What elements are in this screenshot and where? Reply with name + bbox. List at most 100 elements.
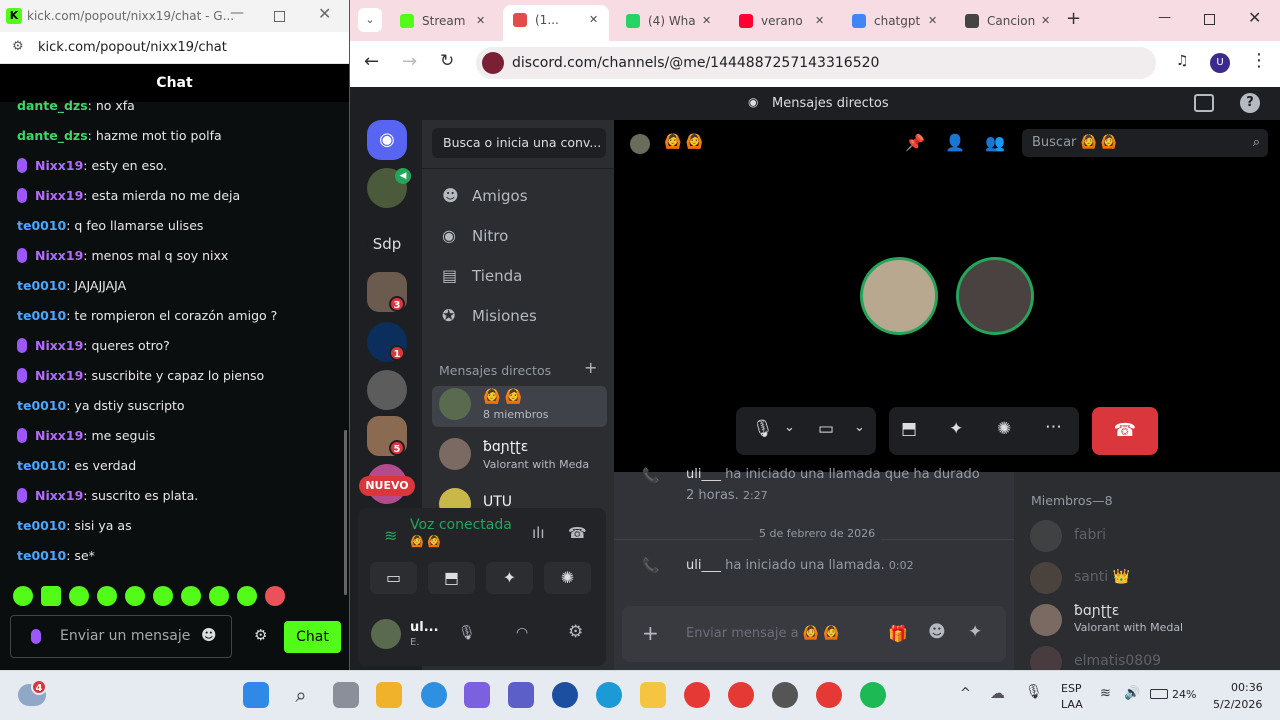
maximize-icon[interactable]	[274, 11, 285, 22]
emote-icon[interactable]	[181, 586, 201, 606]
windows-start-icon[interactable]	[243, 682, 269, 708]
message-username[interactable]: te0010	[17, 518, 66, 533]
member-avatar[interactable]	[1030, 604, 1062, 636]
message-username[interactable]: te0010	[17, 458, 66, 473]
emote-icon[interactable]	[209, 586, 229, 606]
user-avatar[interactable]	[371, 619, 401, 649]
message-author[interactable]: uli___	[686, 467, 721, 482]
microphone-icon[interactable]: 🎙	[752, 419, 774, 439]
back-icon[interactable]: ←	[364, 51, 379, 72]
participant-avatar[interactable]	[860, 257, 938, 335]
server-sdp[interactable]: Sdp	[367, 224, 407, 264]
site-info-icon[interactable]	[482, 52, 504, 74]
browser-tab[interactable]: (4) Wha ✕	[616, 8, 716, 34]
activities-icon[interactable]: ✦	[949, 419, 963, 439]
chevron-down-icon[interactable]: ⌄	[854, 420, 865, 435]
clock-time[interactable]: 00:36	[1231, 681, 1263, 694]
mute-icon[interactable]: 🎙	[458, 625, 476, 641]
onedrive-icon[interactable]: ☁	[990, 684, 1005, 702]
emote-icon[interactable]	[41, 586, 61, 606]
spotify-icon[interactable]	[860, 682, 886, 708]
emoji-icon[interactable]: ☻	[928, 622, 946, 642]
language-indicator[interactable]: ESP	[1061, 682, 1082, 695]
screen-share-icon[interactable]: ⬒	[901, 419, 917, 439]
browser-tab[interactable]: (1... ✕	[503, 5, 609, 41]
close-icon[interactable]: ✕	[1041, 8, 1050, 34]
kick-address-bar[interactable]: ⚙ kick.com/popout/nixx19/chat	[0, 32, 349, 64]
more-options-icon[interactable]: ⋯	[1045, 417, 1062, 437]
chrome-icon[interactable]	[684, 682, 710, 708]
message-username[interactable]: Nixx19	[35, 428, 83, 443]
site-settings-icon[interactable]: ⚙	[12, 39, 24, 54]
obs-icon[interactable]	[772, 682, 798, 708]
add-friend-icon[interactable]: 👤	[945, 133, 965, 152]
member-name[interactable]: fabri	[1074, 527, 1106, 543]
minimize-icon[interactable]: —	[230, 5, 244, 21]
message-username[interactable]: Nixx19	[35, 488, 83, 503]
message-author[interactable]: uli___	[686, 558, 721, 573]
tray-overflow-icon[interactable]: ^	[960, 686, 971, 701]
browser-tab[interactable]: Cancion ✕	[955, 8, 1055, 34]
discord-home-icon[interactable]: ◉	[367, 120, 407, 160]
member-name[interactable]: elmatis0809	[1074, 653, 1161, 669]
server-icon[interactable]	[367, 370, 407, 410]
dm-name[interactable]: 🙆 🙆	[483, 389, 522, 405]
message-username[interactable]: te0010	[17, 218, 66, 233]
profile-avatar[interactable]: U	[1210, 53, 1230, 73]
member-name[interactable]: santi 👑	[1074, 569, 1130, 585]
close-icon[interactable]: ✕	[1248, 8, 1261, 27]
activities-icon[interactable]: ✦	[486, 562, 533, 594]
camera-off-icon[interactable]: ▭	[818, 419, 834, 439]
teams-icon[interactable]	[508, 682, 534, 708]
add-dm-icon[interactable]: +	[584, 358, 597, 377]
message-username[interactable]: Nixx19	[35, 158, 83, 173]
message-username[interactable]: Nixx19	[35, 368, 83, 383]
message-username[interactable]: Nixx19	[35, 338, 83, 353]
apps-icon[interactable]: ✦	[968, 622, 982, 642]
task-view-icon[interactable]	[333, 682, 359, 708]
nav-item-tienda[interactable]: ▤ Tienda	[442, 266, 522, 285]
emote-icon[interactable]	[125, 586, 145, 606]
microphone-icon[interactable]: 🎙	[1025, 684, 1043, 700]
message-username[interactable]: te0010	[17, 548, 66, 563]
conversation-search[interactable]: Busca o inicia una conv...	[432, 128, 606, 158]
scrollbar[interactable]	[344, 430, 347, 595]
emote-icon[interactable]	[13, 586, 33, 606]
member-avatar[interactable]	[1030, 562, 1062, 594]
pin-icon[interactable]: 📌	[905, 133, 925, 152]
gift-icon[interactable]: 🎁	[888, 624, 908, 643]
media-control-icon[interactable]: ♫	[1176, 53, 1189, 69]
browser-tab[interactable]: chatgpt ✕	[842, 8, 942, 34]
volume-icon[interactable]: 🔊	[1124, 686, 1140, 701]
effects-icon[interactable]: ✺	[544, 562, 591, 594]
inbox-icon[interactable]	[1194, 94, 1214, 112]
emote-icon[interactable]	[97, 586, 117, 606]
close-icon[interactable]: ✕	[928, 8, 937, 34]
dm-name[interactable]: ƀɑɲʈʈɛ	[483, 439, 528, 455]
message-username[interactable]: dante_dzs	[17, 128, 88, 143]
effects-icon[interactable]: ✺	[997, 419, 1011, 439]
message-username[interactable]: te0010	[17, 398, 66, 413]
maximize-icon[interactable]	[1204, 14, 1215, 25]
message-username[interactable]: te0010	[17, 278, 66, 293]
voice-status[interactable]: Voz conectada	[410, 517, 512, 533]
clock-date[interactable]: 5/2/2026	[1213, 698, 1262, 711]
close-icon[interactable]: ✕	[815, 8, 824, 34]
screen-share-icon[interactable]: ⬒	[428, 562, 475, 594]
kick-message-input[interactable]: Enviar un mensaje ☻	[10, 615, 232, 658]
nav-item-nitro[interactable]: ◉ Nitro	[442, 226, 508, 245]
user-settings-icon[interactable]: ⚙	[568, 622, 583, 642]
wifi-icon[interactable]: ≋	[1100, 686, 1111, 701]
minimize-icon[interactable]: —	[1158, 10, 1171, 25]
dm-avatar[interactable]	[439, 438, 471, 470]
camera-off-icon[interactable]: ▭	[370, 562, 417, 594]
store-icon[interactable]	[376, 682, 402, 708]
forward-icon[interactable]: →	[402, 51, 417, 72]
browser-tab[interactable]: verano ✕	[729, 8, 829, 34]
search-input[interactable]: Buscar 🙆 🙆 ⌕	[1022, 129, 1268, 157]
soundboard-icon[interactable]: ılı	[532, 524, 545, 542]
emote-icon[interactable]	[69, 586, 89, 606]
message-username[interactable]: Nixx19	[35, 248, 83, 263]
hp-icon[interactable]	[552, 682, 578, 708]
battery-icon[interactable]	[1150, 689, 1168, 699]
